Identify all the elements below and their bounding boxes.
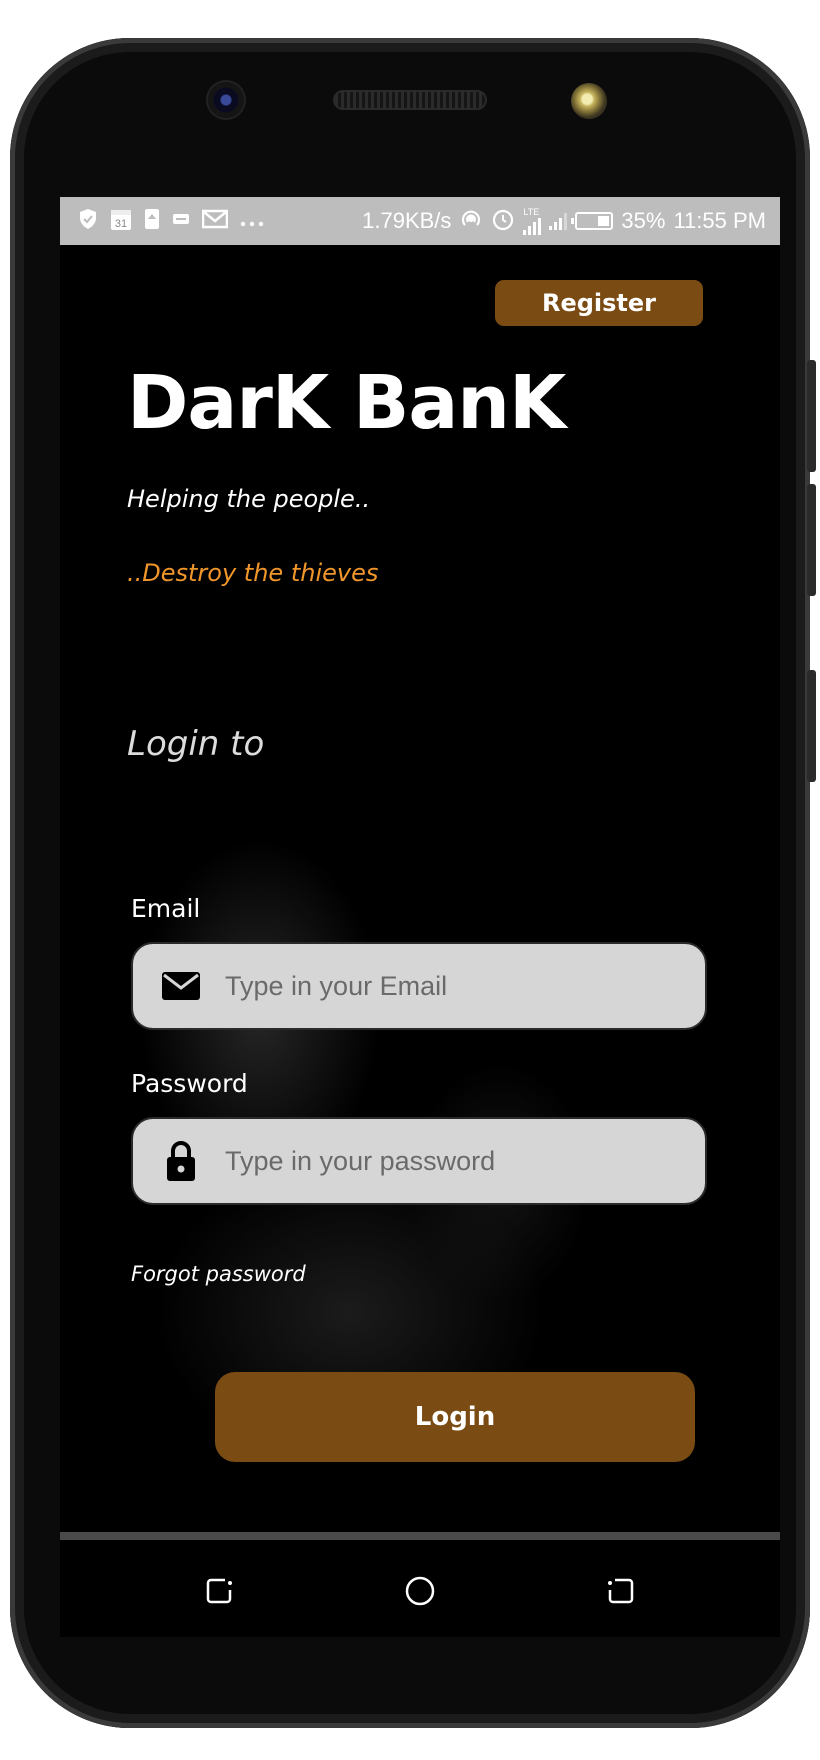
signal-icon xyxy=(523,217,542,235)
power-button xyxy=(807,670,816,782)
register-button[interactable]: Register xyxy=(495,280,703,326)
login-button[interactable]: Login xyxy=(215,1372,695,1462)
recents-icon[interactable] xyxy=(603,1574,637,1608)
gmail-icon xyxy=(201,209,229,233)
screen: 31 1.79KB/s LTE 35% 11:55 PM Register Da… xyxy=(60,197,780,1637)
proximity-sensor xyxy=(571,83,607,119)
login-heading: Login to xyxy=(127,724,265,764)
upload-icon xyxy=(144,208,160,234)
message-icon xyxy=(172,211,190,231)
email-field[interactable] xyxy=(131,942,707,1030)
earpiece-speaker xyxy=(333,90,487,110)
forgot-password-link[interactable]: Forgot password xyxy=(131,1262,306,1286)
password-label: Password xyxy=(131,1069,248,1098)
status-bar: 31 1.79KB/s LTE 35% 11:55 PM xyxy=(60,197,780,245)
volume-down-button xyxy=(807,484,816,596)
email-input[interactable] xyxy=(223,955,705,1017)
lte-signal: LTE xyxy=(523,206,542,235)
volume-up-button xyxy=(807,360,816,472)
front-camera xyxy=(208,82,244,118)
tagline-secondary: ..Destroy the thieves xyxy=(127,559,379,587)
password-input[interactable] xyxy=(223,1130,705,1192)
clock: 11:55 PM xyxy=(673,208,766,233)
tagline-primary: Helping the people.. xyxy=(127,485,371,513)
more-notifications-icon xyxy=(240,211,264,231)
back-icon[interactable] xyxy=(203,1574,237,1608)
envelope-icon xyxy=(157,962,205,1010)
network-speed: 1.79KB/s xyxy=(362,208,452,233)
brand-title: DarK BanK xyxy=(127,360,566,446)
hotspot-icon xyxy=(459,207,483,235)
shield-icon xyxy=(78,208,98,234)
calendar-day: 31 xyxy=(115,218,127,230)
calendar-icon: 31 xyxy=(110,207,132,235)
navbar-divider xyxy=(60,1532,780,1540)
battery-icon xyxy=(571,212,614,230)
navigation-bar xyxy=(60,1540,780,1637)
login-screen: Register DarK BanK Helping the people.. … xyxy=(60,252,780,1532)
phone-frame: 31 1.79KB/s LTE 35% 11:55 PM Register Da… xyxy=(10,38,816,1728)
network-type: LTE xyxy=(523,206,540,217)
lock-icon xyxy=(157,1137,205,1185)
home-icon[interactable] xyxy=(403,1574,437,1608)
alarm-icon xyxy=(491,207,515,235)
battery-percent: 35% xyxy=(621,208,666,233)
email-label: Email xyxy=(131,894,201,923)
signal-2-icon xyxy=(549,212,568,230)
password-field[interactable] xyxy=(131,1117,707,1205)
